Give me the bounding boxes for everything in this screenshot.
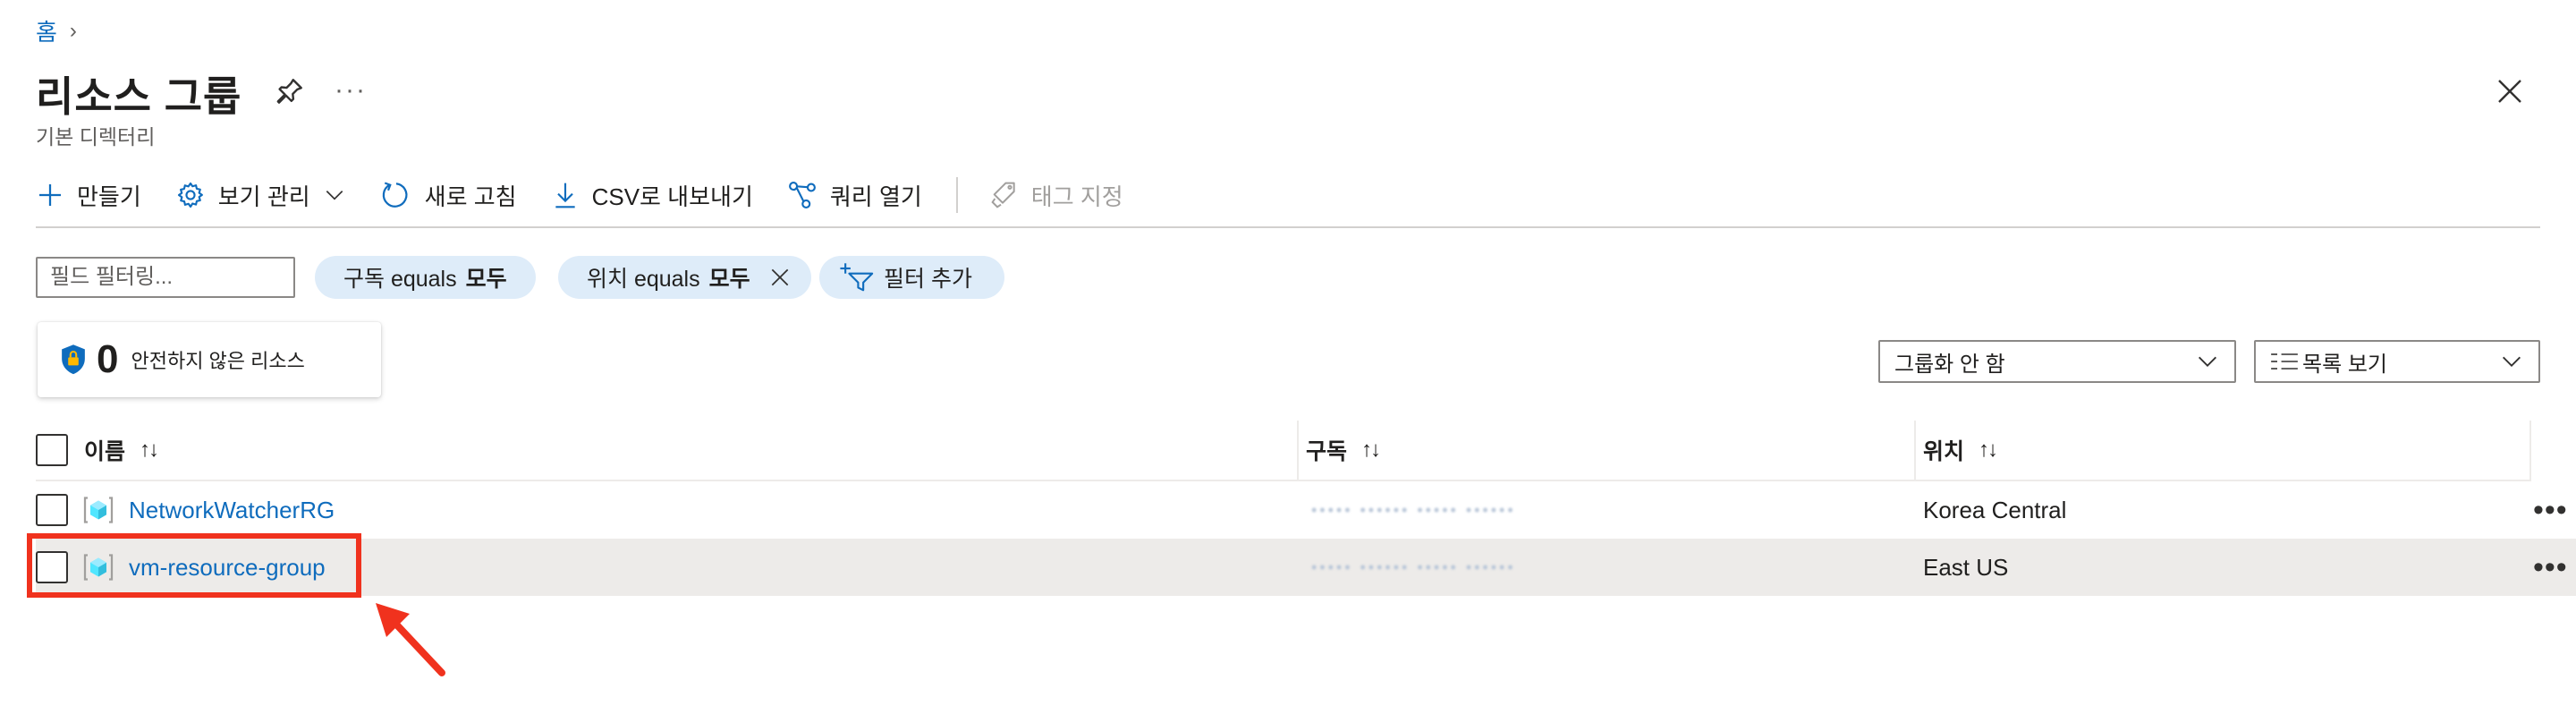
assign-tags-button[interactable]: 태그 지정 <box>990 179 1123 212</box>
subscription-value: ••••• •••••• ••••• •••••• <box>1311 500 1516 519</box>
row-more-button[interactable]: ••• <box>2533 493 2568 528</box>
select-all-cell <box>36 421 68 480</box>
breadcrumb: 홈 › <box>36 14 77 47</box>
grouping-select-value: 그룹화 안 함 <box>1894 352 2005 377</box>
row-checkbox[interactable] <box>36 494 68 526</box>
export-csv-label: CSV로 내보내기 <box>591 183 753 210</box>
annotation-highlight-box <box>27 533 361 598</box>
table-row[interactable]: vm-resource-group ••••• •••••• ••••• •••… <box>36 539 2576 596</box>
pin-icon[interactable] <box>274 75 306 107</box>
location-value: Korea Central <box>1923 496 2067 523</box>
tag-icon <box>991 182 1015 208</box>
manage-view-label: 보기 관리 <box>217 183 310 210</box>
sort-icon: ↑↓ <box>140 438 159 462</box>
chevron-down-icon <box>326 191 343 200</box>
toolbar-divider-line <box>36 226 2540 228</box>
refresh-button[interactable]: 새로 고침 <box>380 179 517 212</box>
remove-filter-icon[interactable] <box>768 266 792 289</box>
subscription-filter-value: 모두 <box>465 267 507 292</box>
unsecure-resources-card[interactable]: 0 안전하지 않은 리소스 <box>38 322 381 397</box>
gear-icon <box>177 182 203 208</box>
column-resize-handle[interactable] <box>1914 421 1916 480</box>
location-cell: Korea Central <box>1923 481 2066 539</box>
subscription-cell: ••••• •••••• ••••• •••••• <box>1311 539 1516 596</box>
shield-lock-icon <box>62 344 85 375</box>
location-cell: East US <box>1923 539 2008 596</box>
subscription-filter-prefix: 구독 equals <box>343 267 457 292</box>
page-subtitle: 기본 디렉터리 <box>36 125 156 149</box>
plus-icon <box>39 184 61 206</box>
column-subscription-label: 구독 <box>1306 439 1348 464</box>
chevron-down-icon <box>2199 356 2216 367</box>
resource-group-link[interactable]: NetworkWatcherRG <box>129 497 335 524</box>
subscription-value: ••••• •••••• ••••• •••••• <box>1311 557 1516 576</box>
refresh-label: 새로 고침 <box>424 183 517 210</box>
assign-tags-label: 태그 지정 <box>1030 183 1123 210</box>
subscription-filter-pill[interactable]: 구독 equals 모두 <box>315 256 536 299</box>
close-icon[interactable] <box>2494 75 2526 107</box>
table-header: 이름 ↑↓ 구독 ↑↓ 위치 ↑↓ <box>36 421 2531 481</box>
sort-icon: ↑↓ <box>1361 438 1381 462</box>
more-options-button[interactable]: ··· <box>335 75 367 106</box>
column-header-subscription[interactable]: 구독 ↑↓ <box>1306 421 1381 480</box>
annotation-arrow-icon <box>376 603 445 676</box>
row-actions-cell: ••• <box>2533 481 2568 539</box>
view-mode-select[interactable]: 목록 보기 <box>2254 340 2540 383</box>
export-csv-button[interactable]: CSV로 내보내기 <box>551 179 753 212</box>
sort-icon: ↑↓ <box>1979 438 1998 462</box>
breadcrumb-home-link[interactable]: 홈 <box>36 14 57 47</box>
unsecure-resources-count: 0 <box>97 337 119 381</box>
grouping-select[interactable]: 그룹화 안 함 <box>1878 340 2236 383</box>
subscription-cell: ••••• •••••• ••••• •••••• <box>1311 481 1516 539</box>
chevron-down-icon <box>2503 356 2521 367</box>
add-filter-label: 필터 추가 <box>884 267 972 292</box>
column-resize-handle[interactable] <box>2529 421 2531 480</box>
resource-group-icon <box>83 497 114 523</box>
list-view-icon <box>2271 353 2298 370</box>
manage-view-button[interactable]: 보기 관리 <box>175 179 346 212</box>
page-title: 리소스 그룹 <box>36 73 242 120</box>
open-query-button[interactable]: 쿼리 열기 <box>787 179 922 212</box>
column-resize-handle[interactable] <box>1297 421 1299 480</box>
table-row[interactable]: NetworkWatcherRG ••••• •••••• ••••• ••••… <box>36 481 2576 539</box>
name-cell: NetworkWatcherRG <box>82 481 335 539</box>
row-actions-cell: ••• <box>2533 539 2568 596</box>
open-query-label: 쿼리 열기 <box>829 183 922 210</box>
toolbar-divider <box>955 177 958 213</box>
location-filter-pill[interactable]: 위치 equals 모두 <box>558 256 811 299</box>
query-graph-icon <box>788 182 816 208</box>
add-filter-button[interactable]: 필터 추가 <box>819 256 1004 299</box>
column-header-name[interactable]: 이름 ↑↓ <box>84 421 159 480</box>
refresh-icon <box>382 182 408 208</box>
view-mode-value: 목록 보기 <box>2302 352 2387 377</box>
breadcrumb-separator: › <box>69 18 77 43</box>
create-button[interactable]: 만들기 <box>36 179 141 212</box>
location-filter-value: 모두 <box>708 267 750 292</box>
select-all-checkbox[interactable] <box>36 434 68 466</box>
column-name-label: 이름 <box>84 439 126 464</box>
location-filter-prefix: 위치 equals <box>587 267 700 292</box>
unsecure-resources-label: 안전하지 않은 리소스 <box>131 350 305 372</box>
command-bar: 만들기 보기 관리 새로 고침 CSV로 내보내기 쿼리 열기 태그 지정 <box>36 175 1157 215</box>
add-filter-icon <box>840 263 874 292</box>
column-location-label: 위치 <box>1923 439 1965 464</box>
location-value: East US <box>1923 553 2009 581</box>
field-filter-input[interactable] <box>36 257 295 298</box>
row-more-button[interactable]: ••• <box>2533 550 2568 585</box>
download-icon <box>555 183 575 208</box>
column-header-location[interactable]: 위치 ↑↓ <box>1923 421 1998 480</box>
create-label: 만들기 <box>77 183 141 210</box>
row-checkbox-cell <box>36 481 68 539</box>
